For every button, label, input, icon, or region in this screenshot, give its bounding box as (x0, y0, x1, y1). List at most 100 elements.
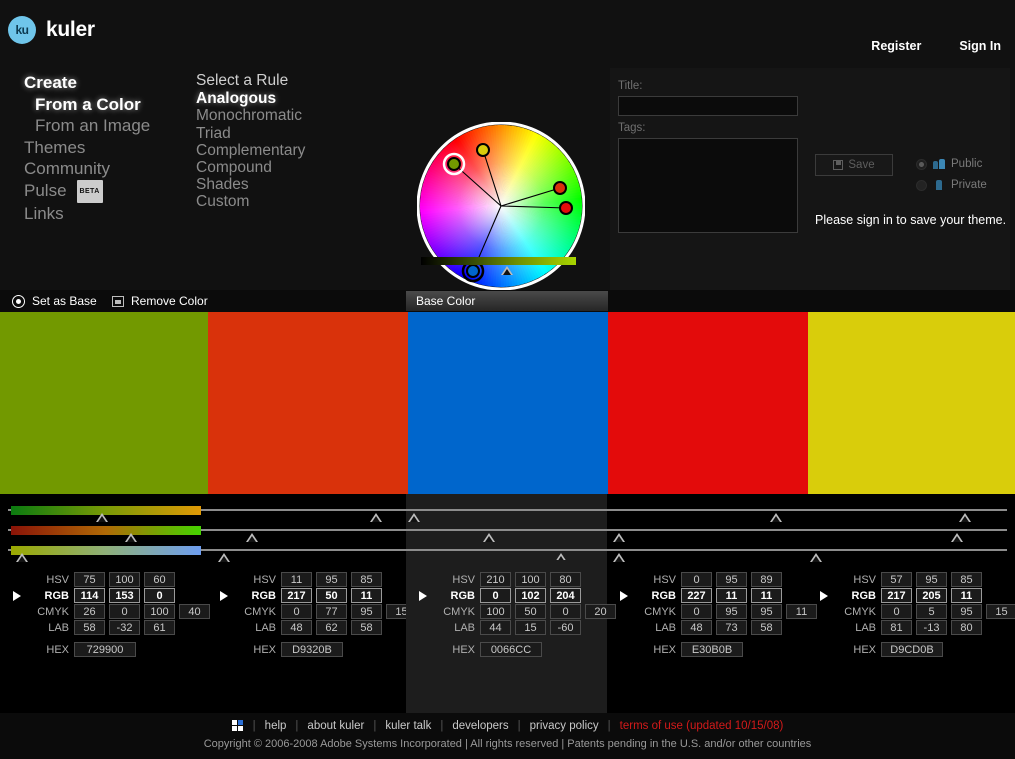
public-radio[interactable] (916, 158, 927, 170)
expand-values-arrow-1[interactable] (220, 591, 228, 601)
sidebar-item-from-a-color[interactable]: From a Color (24, 94, 184, 116)
lab-field-1[interactable] (716, 620, 747, 635)
cmyk-field-2[interactable] (951, 604, 982, 619)
rgb-field-1[interactable] (515, 588, 546, 603)
footer-link-kuler[interactable]: kuler talk (385, 720, 431, 732)
tags-input[interactable] (618, 138, 798, 233)
sidebar-item-themes[interactable]: Themes (24, 137, 184, 159)
rgb-field-0[interactable] (681, 588, 712, 603)
cmyk-field-1[interactable] (716, 604, 747, 619)
rule-option-monochromatic[interactable]: Monochromatic (196, 107, 386, 124)
set-as-base-button[interactable]: Set as Base (12, 294, 97, 308)
hex-field[interactable] (281, 642, 343, 657)
rgb-field-2[interactable] (550, 588, 581, 603)
expand-values-arrow-3[interactable] (620, 591, 628, 601)
hsv-field-1[interactable] (515, 572, 546, 587)
sidebar-item-community[interactable]: Community (24, 158, 184, 180)
rgb-field-0[interactable] (881, 588, 912, 603)
hsv-field-1[interactable] (109, 572, 140, 587)
hsv-field-2[interactable] (751, 572, 782, 587)
color-swatch-2[interactable] (408, 312, 608, 494)
rgb-field-0[interactable] (281, 588, 312, 603)
title-input[interactable] (618, 96, 798, 116)
cmyk-field-2[interactable] (144, 604, 175, 619)
wheel-marker-3[interactable] (559, 201, 573, 215)
lab-field-2[interactable] (351, 620, 382, 635)
rgb-field-0[interactable] (74, 588, 105, 603)
brightness-slider[interactable] (421, 257, 576, 265)
lab-field-0[interactable] (881, 620, 912, 635)
sidebar-item-pulse[interactable]: Pulse BETA (24, 179, 184, 203)
slider-knob-r1-c2[interactable] (482, 533, 496, 542)
rule-option-compound[interactable]: Compound (196, 159, 386, 176)
cmyk-field-0[interactable] (281, 604, 312, 619)
expand-values-arrow-2[interactable] (419, 591, 427, 601)
sidebar-item-create[interactable]: Create (24, 72, 184, 94)
rule-option-custom[interactable]: Custom (196, 193, 386, 210)
rgb-field-1[interactable] (916, 588, 947, 603)
visibility-public-option[interactable]: Public (916, 158, 982, 170)
hsv-field-1[interactable] (316, 572, 347, 587)
cmyk-field-3[interactable] (986, 604, 1015, 619)
visibility-private-option[interactable]: Private (916, 179, 987, 191)
expand-values-arrow-0[interactable] (13, 591, 21, 601)
rgb-field-2[interactable] (751, 588, 782, 603)
footer-link-terms[interactable]: terms of use (updated 10/15/08) (620, 720, 784, 732)
footer-link-developers[interactable]: developers (452, 720, 508, 732)
private-radio[interactable] (916, 179, 927, 191)
color-swatch-4[interactable] (808, 312, 1015, 494)
cmyk-field-0[interactable] (681, 604, 712, 619)
cmyk-field-2[interactable] (550, 604, 581, 619)
cmyk-field-0[interactable] (881, 604, 912, 619)
rule-option-shades[interactable]: Shades (196, 176, 386, 193)
footer-link-privacy[interactable]: privacy policy (530, 720, 599, 732)
cmyk-field-0[interactable] (74, 604, 105, 619)
rgb-field-2[interactable] (351, 588, 382, 603)
lab-field-2[interactable] (550, 620, 581, 635)
lab-field-0[interactable] (74, 620, 105, 635)
cmyk-field-1[interactable] (316, 604, 347, 619)
wheel-marker-4[interactable] (466, 264, 480, 278)
rgb-field-1[interactable] (716, 588, 747, 603)
rgb-field-1[interactable] (316, 588, 347, 603)
hsv-field-1[interactable] (716, 572, 747, 587)
footer-link-about[interactable]: about kuler (307, 720, 364, 732)
cmyk-field-1[interactable] (109, 604, 140, 619)
save-button[interactable]: Save (815, 154, 893, 176)
hsv-field-1[interactable] (916, 572, 947, 587)
register-link[interactable]: Register (871, 39, 921, 53)
hsv-field-2[interactable] (550, 572, 581, 587)
cmyk-field-0[interactable] (480, 604, 511, 619)
cmyk-field-2[interactable] (751, 604, 782, 619)
rule-option-triad[interactable]: Triad (196, 125, 386, 142)
expand-values-arrow-4[interactable] (820, 591, 828, 601)
lab-field-0[interactable] (681, 620, 712, 635)
slider-knob-r0-c0[interactable] (95, 513, 109, 522)
wheel-marker-2[interactable] (553, 181, 567, 195)
hex-field[interactable] (480, 642, 542, 657)
slider-knob-r1-c4[interactable] (951, 533, 964, 542)
color-swatch-3[interactable] (608, 312, 808, 494)
wheel-marker-1[interactable] (476, 143, 490, 157)
remove-color-button[interactable]: Remove Color (112, 294, 208, 308)
slider-knob-r1-c3[interactable] (613, 533, 626, 542)
slider-knob-r0-c3[interactable] (770, 513, 783, 522)
brightness-slider-knob[interactable] (501, 266, 514, 275)
lab-field-1[interactable] (515, 620, 546, 635)
footer-link-help[interactable]: help (265, 720, 287, 732)
hsv-field-0[interactable] (480, 572, 511, 587)
slider-knob-r1-c0[interactable] (124, 533, 138, 542)
slider-knob-r0-c1[interactable] (369, 513, 383, 522)
hex-field[interactable] (881, 642, 943, 657)
hsv-field-0[interactable] (74, 572, 105, 587)
rgb-field-2[interactable] (951, 588, 982, 603)
rgb-field-1[interactable] (109, 588, 140, 603)
lab-field-1[interactable] (916, 620, 947, 635)
sidebar-item-from-an-image[interactable]: From an Image (24, 115, 184, 137)
slider-knob-r0-c4[interactable] (959, 513, 972, 522)
hsv-field-2[interactable] (951, 572, 982, 587)
hsv-field-2[interactable] (351, 572, 382, 587)
lab-field-2[interactable] (144, 620, 175, 635)
lab-field-0[interactable] (281, 620, 312, 635)
slider-knob-r0-c2[interactable] (407, 513, 421, 522)
